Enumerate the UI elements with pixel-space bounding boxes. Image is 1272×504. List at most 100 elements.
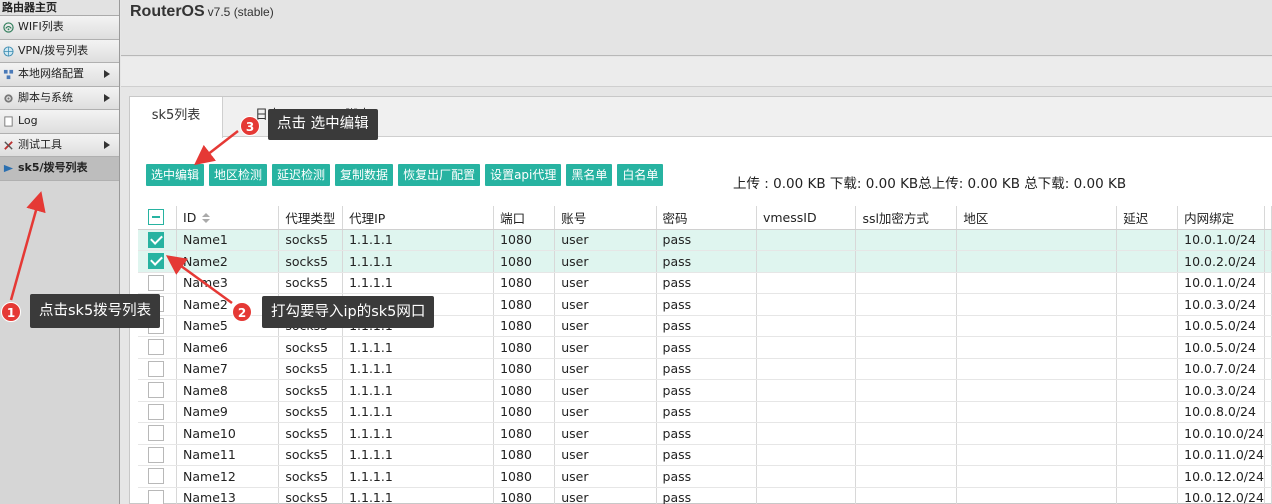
sidebar-item-wifi[interactable]: WIFI列表 bbox=[0, 16, 119, 40]
table-cell bbox=[756, 315, 857, 337]
table-cell-filler bbox=[1264, 487, 1272, 504]
table-cell bbox=[756, 336, 857, 359]
tab-sk5-list[interactable]: sk5列表 bbox=[130, 97, 223, 138]
table-cell: 1080 bbox=[493, 315, 556, 337]
row-checkbox[interactable] bbox=[148, 425, 164, 442]
row-checkbox[interactable] bbox=[148, 489, 164, 504]
row-checkbox[interactable] bbox=[148, 274, 164, 291]
table-row[interactable]: Name3 socks5 1.1.1.1 1080 user pass 10.0.1.0/2… bbox=[138, 272, 1272, 294]
table-cell bbox=[756, 379, 857, 402]
table-cell: pass bbox=[656, 250, 757, 273]
row-checkbox[interactable] bbox=[148, 382, 164, 399]
whitelist-button[interactable]: 白名单 bbox=[617, 164, 664, 186]
edit-selected-button[interactable]: 选中编辑 bbox=[146, 164, 205, 186]
sidebar-item-log[interactable]: Log bbox=[0, 110, 119, 134]
row-checkbox-cell bbox=[138, 229, 178, 251]
table-row[interactable]: Name6 socks5 1.1.1.1 1080 user pass 10.0.5.0/2… bbox=[138, 336, 1272, 359]
table-cell: Name2 bbox=[176, 250, 280, 273]
sidebar-item-test-tools[interactable]: 测试工具 bbox=[0, 133, 119, 157]
row-checkbox-cell bbox=[138, 444, 178, 466]
blacklist-button[interactable]: 黑名单 bbox=[566, 164, 613, 186]
table-header-row: ID 代理类型 代理IP 端口 账号 密码 vmessID ssl加密方式 地区… bbox=[138, 206, 1272, 230]
sidebar-item-sk5[interactable]: sk5/拨号列表 bbox=[0, 157, 119, 181]
select-all-checkbox[interactable] bbox=[148, 209, 164, 226]
table-cell: pass bbox=[656, 422, 757, 445]
tab-log[interactable]: 日志 bbox=[248, 97, 288, 137]
header-strip bbox=[121, 57, 1272, 87]
traffic-stats: 上传 : 0.00 KB 下载: 0.00 KB总上传: 0.00 KB 总下载… bbox=[733, 176, 1127, 192]
sidebar-item-label: 脚本与系统 bbox=[18, 90, 73, 104]
row-checkbox[interactable] bbox=[148, 317, 164, 334]
main-panel: sk5列表 日志 脚本 选中编辑 地区检测 延迟检测 复制数据 恢复出厂配置 设置api代… bbox=[129, 96, 1272, 504]
table-cell-filler bbox=[1264, 229, 1272, 251]
table-cell: 1080 bbox=[493, 379, 556, 402]
sort-icon[interactable] bbox=[202, 213, 211, 224]
table-row[interactable]: Name13 socks5 1.1.1.1 1080 user pass 10.0.12.0… bbox=[138, 487, 1272, 504]
tab-scripts[interactable]: 脚本 bbox=[338, 97, 378, 137]
table-cell bbox=[756, 465, 857, 488]
row-checkbox[interactable] bbox=[148, 339, 164, 356]
table-row[interactable]: Name2 socks5 1.1.1.1 1080 user pass 10.0.2.0/2… bbox=[138, 250, 1272, 273]
table-row[interactable]: Name12 socks5 1.1.1.1 1080 user pass 10.0.12.0… bbox=[138, 465, 1272, 488]
region-detect-button[interactable]: 地区检测 bbox=[209, 164, 268, 186]
table-cell bbox=[855, 401, 958, 423]
latency-detect-button[interactable]: 延迟检测 bbox=[272, 164, 331, 186]
table-cell bbox=[1116, 250, 1179, 273]
row-checkbox[interactable] bbox=[148, 360, 164, 377]
table-cell: 1080 bbox=[493, 358, 556, 380]
table-cell: Name10 bbox=[176, 422, 280, 445]
row-checkbox-cell bbox=[138, 336, 178, 359]
table-row[interactable]: Name8 socks5 1.1.1.1 1080 user pass 10.0.3.0/2… bbox=[138, 379, 1272, 402]
table-cell: 1.1.1.1 bbox=[342, 487, 495, 504]
table-cell: 10.0.3.0/24 bbox=[1177, 293, 1265, 316]
row-checkbox[interactable] bbox=[148, 403, 164, 420]
sidebar-item-scripts[interactable]: 脚本与系统 bbox=[0, 86, 119, 110]
table-cell bbox=[855, 422, 958, 445]
table-cell: socks5 bbox=[278, 272, 344, 294]
table-cell: user bbox=[554, 422, 657, 445]
table-cell: 1.1.1.1 bbox=[342, 401, 495, 423]
row-checkbox[interactable] bbox=[148, 446, 164, 463]
table-cell: pass bbox=[656, 336, 757, 359]
row-checkbox[interactable] bbox=[148, 468, 164, 485]
sidebar-item-vpn[interactable]: VPN/拨号列表 bbox=[0, 39, 119, 63]
table-row[interactable]: Name10 socks5 1.1.1.1 1080 user pass 10.0.10.0… bbox=[138, 422, 1272, 445]
row-checkbox[interactable] bbox=[148, 231, 164, 248]
table-cell: user bbox=[554, 487, 657, 504]
column-header-id[interactable]: ID bbox=[176, 206, 280, 230]
factory-reset-button[interactable]: 恢复出厂配置 bbox=[398, 164, 481, 186]
row-checkbox[interactable] bbox=[148, 296, 164, 313]
table-cell: 1080 bbox=[493, 422, 556, 445]
copy-data-button[interactable]: 复制数据 bbox=[335, 164, 394, 186]
table-cell bbox=[756, 422, 857, 445]
table-cell: user bbox=[554, 315, 657, 337]
table-cell: 1.1.1.1 bbox=[342, 465, 495, 488]
table-cell bbox=[956, 401, 1118, 423]
table-cell: socks5 bbox=[278, 444, 344, 466]
sidebar-item-local-network[interactable]: 本地网络配置 bbox=[0, 63, 119, 87]
gear-icon bbox=[4, 93, 13, 103]
set-api-proxy-button[interactable]: 设置api代理 bbox=[485, 164, 562, 186]
table-row[interactable]: Name11 socks5 1.1.1.1 1080 user pass 10.0.11.0… bbox=[138, 444, 1272, 466]
column-header-latency: 延迟 bbox=[1116, 206, 1179, 230]
table-cell: pass bbox=[656, 465, 757, 488]
table-row[interactable]: Name2 socks5 1.1.1.1 1080 user pass 10.0.3.0/2… bbox=[138, 293, 1272, 316]
table-cell bbox=[1116, 422, 1179, 445]
table-cell: socks5 bbox=[278, 401, 344, 423]
table-row[interactable]: Name5 socks5 1.1.1.1 1080 user pass 10.0.5.0/2… bbox=[138, 315, 1272, 337]
table-cell bbox=[855, 250, 958, 273]
submenu-arrow-icon bbox=[104, 70, 110, 78]
table-cell: 10.0.2.0/24 bbox=[1177, 250, 1265, 273]
row-checkbox[interactable] bbox=[148, 253, 164, 270]
table-row[interactable]: Name9 socks5 1.1.1.1 1080 user pass 10.0.8.0/2… bbox=[138, 401, 1272, 423]
table-cell: Name9 bbox=[176, 401, 280, 423]
table-cell: Name5 bbox=[176, 315, 280, 337]
table-row[interactable]: Name1 socks5 1.1.1.1 1080 user pass 10.0.1.0/2… bbox=[138, 229, 1272, 251]
sidebar-item-label: 本地网络配置 bbox=[18, 67, 84, 80]
table-row[interactable]: Name7 socks5 1.1.1.1 1080 user pass 10.0.7.0/2… bbox=[138, 358, 1272, 380]
table-cell bbox=[855, 444, 958, 466]
table-cell bbox=[855, 336, 958, 359]
table-cell bbox=[756, 272, 857, 294]
table-cell: 10.0.1.0/24 bbox=[1177, 272, 1265, 294]
table-cell: 10.0.8.0/24 bbox=[1177, 401, 1265, 423]
